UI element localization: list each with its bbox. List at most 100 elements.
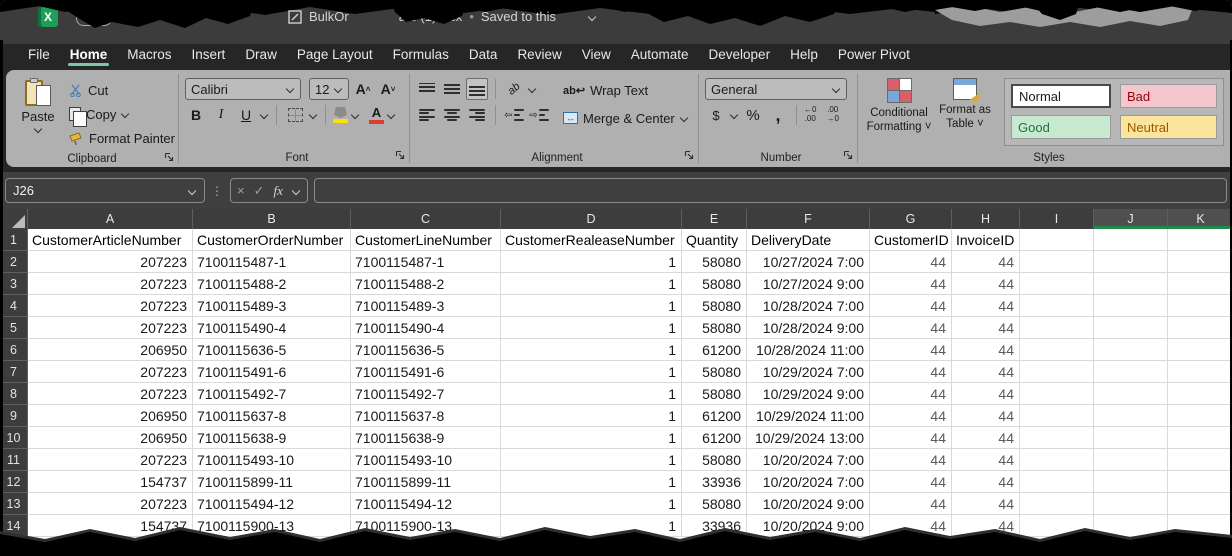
row-header-11[interactable]: 11 (0, 449, 28, 471)
cell-J12[interactable] (1094, 471, 1168, 493)
cell-E14[interactable]: 33936 (682, 515, 747, 537)
cell-H8[interactable]: 44 (952, 383, 1020, 405)
cell-B12[interactable]: 7100115899-11 (193, 471, 351, 493)
cell-B2[interactable]: 7100115487-1 (193, 251, 351, 273)
row-header-13[interactable]: 13 (0, 493, 28, 515)
cell-G6[interactable]: 44 (870, 339, 952, 361)
alignment-dialog-launcher[interactable] (684, 150, 694, 163)
cell-J9[interactable] (1094, 405, 1168, 427)
cell-B9[interactable]: 7100115637-8 (193, 405, 351, 427)
paste-dropdown-chevron[interactable] (34, 125, 43, 133)
bottom-align-button[interactable] (466, 78, 488, 100)
row-header-3[interactable]: 3 (0, 273, 28, 295)
cell-B5[interactable]: 7100115490-4 (193, 317, 351, 339)
italic-button[interactable]: I (210, 104, 232, 126)
cell-K8[interactable] (1168, 383, 1232, 405)
cell-J13[interactable] (1094, 493, 1168, 515)
align-left-button[interactable] (416, 104, 438, 126)
cell-E7[interactable]: 58080 (682, 361, 747, 383)
clipboard-dialog-launcher[interactable] (164, 152, 174, 165)
cell-K3[interactable] (1168, 273, 1232, 295)
cell-D9[interactable]: 1 (501, 405, 682, 427)
font-color-button[interactable]: A (369, 106, 384, 124)
menu-tab-automate[interactable]: Automate (621, 40, 699, 68)
column-header-F[interactable]: F (747, 209, 870, 229)
cell-H3[interactable]: 44 (952, 273, 1020, 295)
column-header-H[interactable]: H (952, 209, 1020, 229)
align-right-button[interactable] (466, 104, 488, 126)
cell-style-good[interactable]: Good (1011, 115, 1111, 139)
number-format-combo[interactable]: General (705, 78, 847, 100)
cell-F12[interactable]: 10/20/2024 7:00 (747, 471, 870, 493)
paste-button[interactable]: Paste (18, 76, 58, 133)
row-header-2[interactable]: 2 (0, 251, 28, 273)
underline-button[interactable]: U (235, 104, 257, 126)
cell-F1[interactable]: DeliveryDate (747, 229, 870, 251)
cell-I10[interactable] (1020, 427, 1094, 449)
column-header-C[interactable]: C (351, 209, 501, 229)
cell-J7[interactable] (1094, 361, 1168, 383)
cell-I14[interactable] (1020, 515, 1094, 537)
menu-tab-file[interactable]: File (18, 40, 60, 68)
align-center-button[interactable] (441, 104, 463, 126)
cell-C2[interactable]: 7100115487-1 (351, 251, 501, 273)
top-align-button[interactable] (416, 78, 438, 100)
bold-button[interactable]: B (185, 104, 207, 126)
cell-J8[interactable] (1094, 383, 1168, 405)
row-header-12[interactable]: 12 (0, 471, 28, 493)
cell-C5[interactable]: 7100115490-4 (351, 317, 501, 339)
cell-B11[interactable]: 7100115493-10 (193, 449, 351, 471)
cell-D6[interactable]: 1 (501, 339, 682, 361)
cell-D7[interactable]: 1 (501, 361, 682, 383)
cell-I8[interactable] (1020, 383, 1094, 405)
cell-G7[interactable]: 44 (870, 361, 952, 383)
increase-decimal-button[interactable]: ←0.00 (804, 106, 816, 124)
excel-app-icon[interactable]: X (38, 7, 58, 27)
cell-K1[interactable] (1168, 229, 1232, 251)
cell-A10[interactable]: 206950 (28, 427, 193, 449)
menu-tab-help[interactable]: Help (780, 40, 828, 68)
autosave-toggle[interactable] (76, 11, 112, 26)
cell-A11[interactable]: 207223 (28, 449, 193, 471)
increase-font-size-button[interactable]: A˄ (352, 78, 374, 100)
column-header-D[interactable]: D (501, 209, 682, 229)
cell-A13[interactable]: 207223 (28, 493, 193, 515)
cell-D8[interactable]: 1 (501, 383, 682, 405)
enter-button[interactable]: ✓ (254, 183, 265, 199)
cell-style-neutral[interactable]: Neutral (1120, 115, 1217, 139)
underline-dropdown-chevron[interactable] (260, 111, 269, 119)
cell-K12[interactable] (1168, 471, 1232, 493)
cell-G10[interactable]: 44 (870, 427, 952, 449)
cell-J4[interactable] (1094, 295, 1168, 317)
cell-I11[interactable] (1020, 449, 1094, 471)
menu-tab-page-layout[interactable]: Page Layout (287, 40, 383, 68)
column-header-I[interactable]: I (1020, 209, 1094, 229)
menu-tab-home[interactable]: Home (60, 40, 118, 68)
cell-B13[interactable]: 7100115494-12 (193, 493, 351, 515)
cell-I12[interactable] (1020, 471, 1094, 493)
cell-E1[interactable]: Quantity (682, 229, 747, 251)
cell-C12[interactable]: 7100115899-11 (351, 471, 501, 493)
cell-E10[interactable]: 61200 (682, 427, 747, 449)
cell-E4[interactable]: 58080 (682, 295, 747, 317)
fx-dropdown-chevron[interactable] (292, 187, 301, 195)
wrap-text-button[interactable]: ab↩ Wrap Text (560, 78, 692, 102)
menu-tab-insert[interactable]: Insert (182, 40, 236, 68)
conditional-formatting-button[interactable]: Conditional Formatting ˅ (866, 76, 932, 135)
cell-K6[interactable] (1168, 339, 1232, 361)
cell-K7[interactable] (1168, 361, 1232, 383)
menu-tab-macros[interactable]: Macros (117, 40, 181, 68)
cell-J3[interactable] (1094, 273, 1168, 295)
number-dialog-launcher[interactable] (843, 150, 853, 163)
cell-K2[interactable] (1168, 251, 1232, 273)
cell-I3[interactable] (1020, 273, 1094, 295)
cell-D2[interactable]: 1 (501, 251, 682, 273)
row-header-5[interactable]: 5 (0, 317, 28, 339)
copy-dropdown-chevron[interactable] (121, 110, 130, 118)
cell-A4[interactable]: 207223 (28, 295, 193, 317)
cut-button[interactable]: Cut (66, 78, 178, 102)
name-box[interactable]: J26 (5, 178, 205, 203)
cell-J5[interactable] (1094, 317, 1168, 339)
cell-G12[interactable]: 44 (870, 471, 952, 493)
cell-H2[interactable]: 44 (952, 251, 1020, 273)
